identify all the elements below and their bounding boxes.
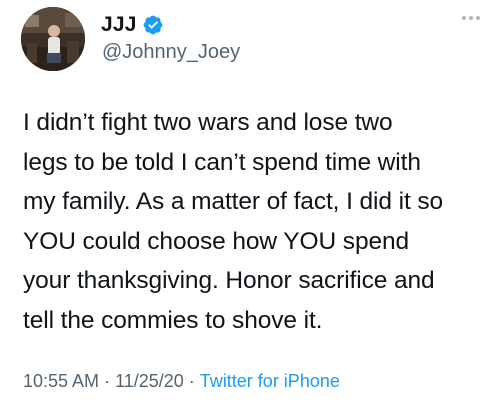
verified-badge-icon bbox=[142, 14, 164, 36]
tweet-time[interactable]: 10:55 AM bbox=[23, 371, 99, 391]
dot bbox=[469, 16, 473, 20]
tweet-card: JJJ @Johnny_Joey I didn’t fight two wars… bbox=[0, 0, 500, 407]
display-name[interactable]: JJJ bbox=[101, 13, 137, 37]
more-options-icon[interactable] bbox=[456, 6, 486, 30]
meta-separator: · bbox=[104, 371, 111, 391]
tweet-source-link[interactable]: Twitter for iPhone bbox=[200, 371, 340, 391]
dot bbox=[462, 16, 466, 20]
tweet-meta: 10:55 AM · 11/25/20 · Twitter for iPhone bbox=[23, 371, 340, 392]
avatar[interactable] bbox=[21, 7, 85, 71]
dot bbox=[476, 16, 480, 20]
meta-separator: · bbox=[188, 371, 195, 391]
profile-photo-icon bbox=[21, 7, 85, 71]
author-name-row: JJJ bbox=[101, 12, 164, 38]
tweet-text: I didn’t fight two wars and lose two leg… bbox=[23, 109, 444, 334]
author-handle[interactable]: @Johnny_Joey bbox=[102, 41, 240, 64]
tweet-date[interactable]: 11/25/20 bbox=[115, 371, 184, 391]
